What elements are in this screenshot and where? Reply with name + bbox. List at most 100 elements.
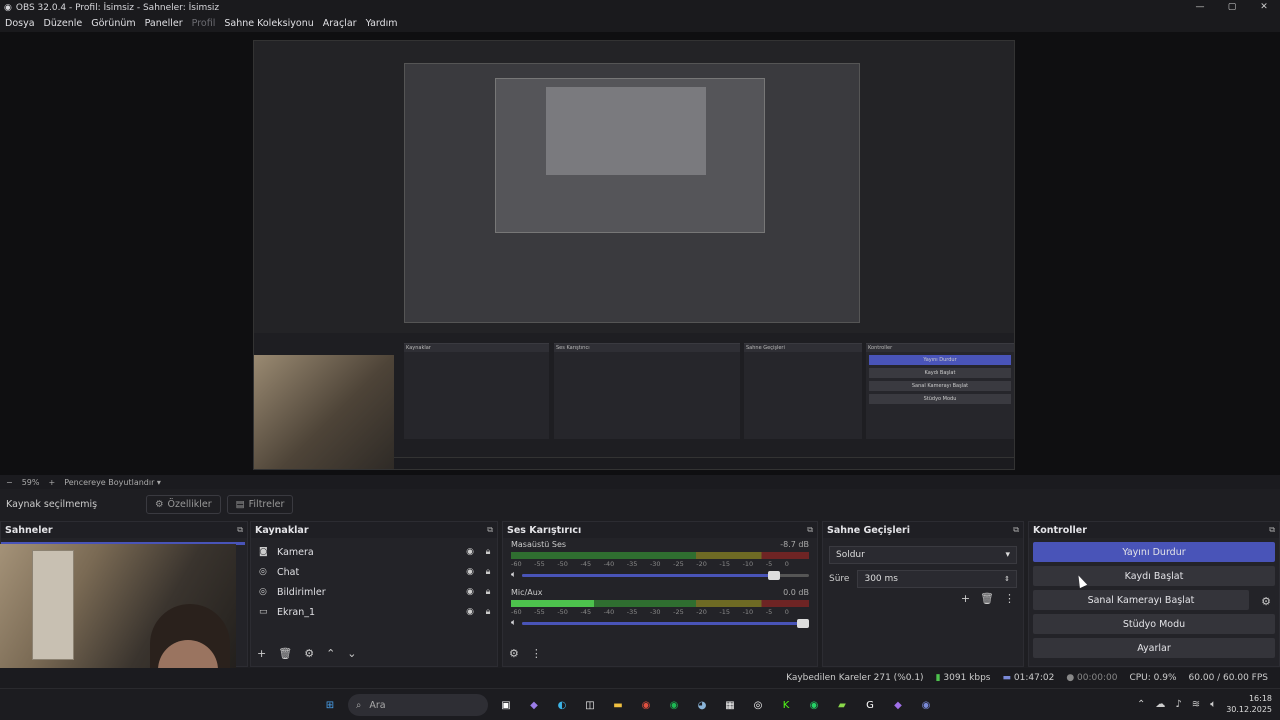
speaker-icon[interactable]: 🔈︎ [511, 570, 516, 580]
nested-virtual-cam: Sanal Kamerayı Başlat [869, 381, 1011, 391]
source-item[interactable]: ◎ Bildirimler ◉ 🔒︎ [251, 582, 497, 602]
eye-icon[interactable]: ◉ [461, 587, 479, 597]
eye-icon[interactable]: ◉ [461, 607, 479, 617]
minimize-button[interactable]: — [1184, 0, 1216, 15]
zoom-bar: − 59% + Pencereye Boyutlandır ▾ [0, 475, 1280, 489]
microphone-icon[interactable]: ♪ [1175, 699, 1181, 710]
search-label: Ara [369, 699, 386, 711]
record-icon: ● [1066, 673, 1075, 683]
close-button[interactable]: ✕ [1248, 0, 1280, 15]
volume-icon[interactable]: 🔈︎ [1210, 699, 1216, 710]
transition-select[interactable]: Soldur ▾ [829, 546, 1017, 564]
speaker-icon[interactable]: 🔈︎ [511, 618, 516, 628]
clock[interactable]: 16:18 30.12.2025 [1226, 693, 1272, 715]
program-preview[interactable]: Kaynaklar Ses Karıştırıcı Sahne Geçişler… [253, 40, 1015, 470]
undock-icon[interactable]: ⧉ [487, 525, 493, 535]
add-source-icon[interactable]: + [257, 647, 266, 660]
volume-meter [511, 600, 809, 607]
whatsapp-icon[interactable]: ◉ [804, 695, 824, 715]
obs-taskbar-icon[interactable]: ◎ [748, 695, 768, 715]
menu-yardim[interactable]: Yardım [366, 18, 398, 29]
channel-db: -8.7 dB [780, 540, 809, 549]
store-icon[interactable]: ◫ [580, 695, 600, 715]
volume-meter [511, 552, 809, 559]
source-item[interactable]: ◙ Kamera ◉ 🔒︎ [251, 542, 497, 562]
start-record-button[interactable]: Kaydı Başlat [1033, 566, 1275, 586]
zoom-out-button[interactable]: − [6, 478, 13, 487]
move-down-icon[interactable]: ⌄ [347, 647, 356, 660]
mixer-settings-icon[interactable]: ⚙ [509, 647, 519, 660]
stop-stream-button[interactable]: Yayını Durdur [1033, 542, 1275, 562]
zoom-in-button[interactable]: + [48, 478, 55, 487]
filters-label: Filtreler [248, 498, 285, 510]
move-up-icon[interactable]: ⌃ [326, 647, 335, 660]
more-options-icon[interactable]: ⋮ [531, 647, 542, 660]
game-icon[interactable]: ▰ [832, 695, 852, 715]
lock-icon[interactable]: 🔒︎ [479, 587, 497, 597]
remove-source-icon[interactable]: 🗑︎ [278, 647, 292, 660]
add-transition-icon[interactable]: + [961, 592, 970, 605]
more-options-icon[interactable]: ⋮ [1004, 592, 1015, 605]
volume-slider[interactable] [522, 618, 809, 628]
widgets-icon[interactable]: ◆ [524, 695, 544, 715]
source-item[interactable]: ▭ Ekran_1 ◉ 🔒︎ [251, 602, 497, 622]
menu-dosya[interactable]: Dosya [5, 18, 35, 29]
nested-window [404, 63, 860, 323]
app-icon[interactable]: ◉ [916, 695, 936, 715]
volume-slider[interactable] [522, 570, 809, 580]
g-app-icon[interactable]: G [860, 695, 880, 715]
source-settings-icon[interactable]: ⚙ [304, 647, 314, 660]
properties-label: Özellikler [167, 498, 212, 510]
menu-profil[interactable]: Profil [192, 18, 216, 29]
mixer-title: Ses Karıştırıcı [507, 524, 582, 536]
settings-button[interactable]: Ayarlar [1033, 638, 1275, 658]
wifi-icon[interactable]: ≋ [1192, 699, 1200, 710]
source-item[interactable]: ◎ Chat ◉ 🔒︎ [251, 562, 497, 582]
cloud-icon[interactable]: ☁ [1155, 699, 1165, 710]
eye-icon[interactable]: ◉ [461, 547, 479, 557]
duration-spinbox[interactable]: 300 ms ⇕ [857, 570, 1017, 588]
virtual-camera-button[interactable]: Sanal Kamerayı Başlat [1033, 590, 1249, 610]
kick-icon[interactable]: K [776, 695, 796, 715]
windows-start-icon[interactable]: ⊞ [320, 695, 340, 715]
virtual-camera-settings-icon[interactable]: ⚙ [1261, 595, 1271, 608]
remove-transition-icon[interactable]: 🗑︎ [980, 592, 994, 605]
edge-icon[interactable]: ◐ [552, 695, 572, 715]
chrome-icon[interactable]: ◉ [636, 695, 656, 715]
menu-sahne-koleksiyonu[interactable]: Sahne Koleksiyonu [224, 18, 313, 29]
undock-icon[interactable]: ⧉ [807, 525, 813, 535]
menu-paneller[interactable]: Paneller [145, 18, 183, 29]
menu-araclar[interactable]: Araçlar [323, 18, 357, 29]
steam-icon[interactable]: ◕ [692, 695, 712, 715]
lock-icon[interactable]: 🔒︎ [479, 607, 497, 617]
visual-studio-icon[interactable]: ◆ [888, 695, 908, 715]
undock-icon[interactable]: ⧉ [1269, 525, 1275, 535]
task-view-icon[interactable]: ▣ [496, 695, 516, 715]
nested-window-innermost [546, 87, 706, 175]
chevron-up-icon[interactable]: ⌃ [1137, 699, 1145, 710]
studio-mode-button[interactable]: Stüdyo Modu [1033, 614, 1275, 634]
zoom-mode-dropdown[interactable]: Pencereye Boyutlandır ▾ [64, 478, 161, 487]
taskbar-search[interactable]: ⌕ Ara [348, 694, 488, 716]
properties-button[interactable]: ⚙ Özellikler [146, 494, 221, 514]
lock-icon[interactable]: 🔒︎ [479, 567, 497, 577]
filters-button[interactable]: ▤ Filtreler [226, 494, 294, 514]
source-name: Chat [277, 566, 300, 578]
spin-arrows-icon[interactable]: ⇕ [1004, 575, 1010, 583]
maximize-button[interactable]: ▢ [1216, 0, 1248, 15]
menu-duzenle[interactable]: Düzenle [44, 18, 83, 29]
search-icon: ⌕ [356, 699, 362, 711]
spotify-icon[interactable]: ◉ [664, 695, 684, 715]
mixer-channel-desktop: Masaüstü Ses -8.7 dB -60 -55 -50 -45 -40 -35-… [503, 538, 817, 582]
file-explorer-icon[interactable]: ▬ [608, 695, 628, 715]
camera-icon: ◙ [259, 547, 268, 557]
menu-gorunum[interactable]: Görünüm [91, 18, 135, 29]
source-name: Bildirimler [277, 586, 326, 598]
terminal-icon[interactable]: ▦ [720, 695, 740, 715]
lock-icon[interactable]: 🔒︎ [479, 547, 497, 557]
eye-icon[interactable]: ◉ [461, 567, 479, 577]
nested-preview [254, 41, 1014, 333]
undock-icon[interactable]: ⧉ [237, 525, 243, 535]
nested-dock-area: Kaynaklar Ses Karıştırıcı Sahne Geçişler… [254, 333, 1014, 469]
undock-icon[interactable]: ⧉ [1013, 525, 1019, 535]
